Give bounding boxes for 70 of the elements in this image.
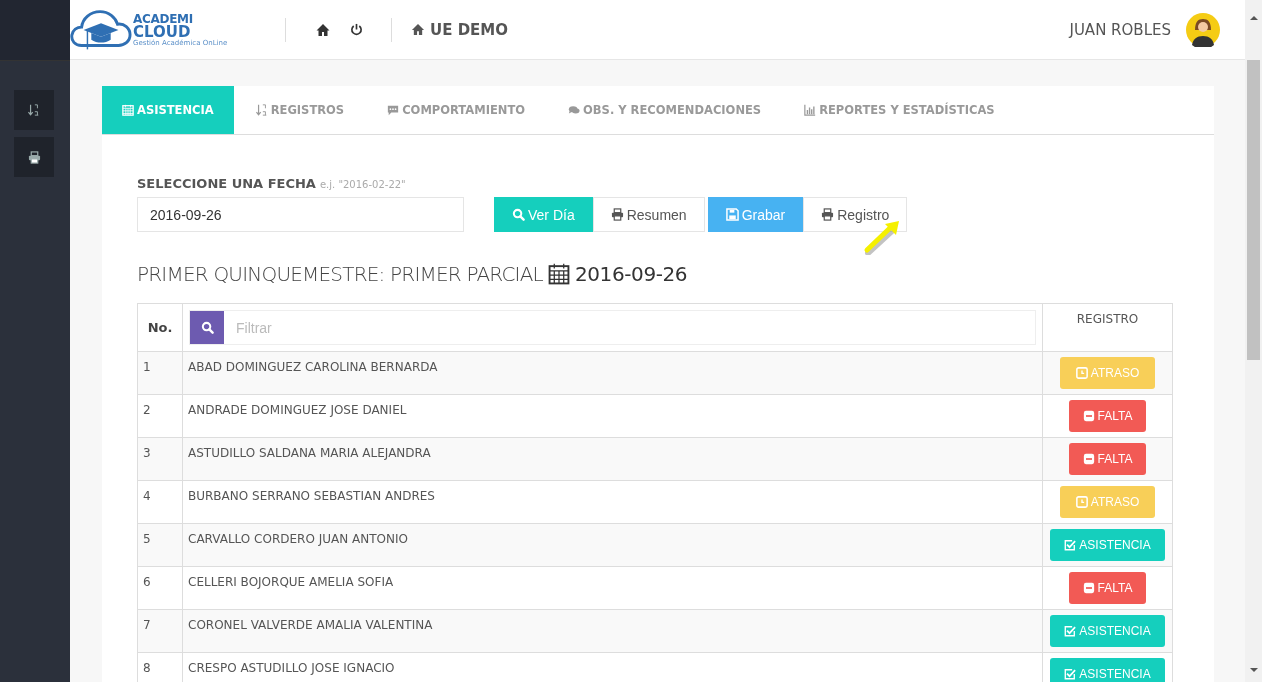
- date-field[interactable]: 2016-09-26: [137, 197, 464, 232]
- comment-icon: [387, 104, 400, 116]
- table-cell: CELLERI BOJORQUE AMELIA SOFIA: [182, 566, 1043, 610]
- tab[interactable]: OBS. Y RECOMENDACIONES: [546, 86, 783, 134]
- home-icon: [411, 23, 425, 36]
- minus-icon: [1082, 410, 1095, 422]
- calendar-icon: [122, 104, 134, 116]
- status-button[interactable]: ASISTENCIA: [1050, 615, 1165, 647]
- table-cell: 8: [137, 652, 183, 682]
- minus-icon: [1082, 453, 1095, 465]
- field-label: SELECCIONE UNA FECHA: [137, 176, 316, 191]
- checkbox-icon: [1064, 539, 1077, 551]
- status-button[interactable]: FALTA: [1068, 443, 1147, 475]
- action-button[interactable]: Grabar: [707, 197, 804, 232]
- search-icon: [512, 208, 525, 221]
- print-button[interactable]: [14, 137, 54, 177]
- checkbox-icon: [1064, 668, 1077, 680]
- clock-icon: [1075, 496, 1088, 508]
- bar-chart-icon: [804, 104, 817, 116]
- table-cell: CORONEL VALVERDE AMALIA VALENTINA: [182, 609, 1043, 653]
- status-button[interactable]: FALTA: [1068, 572, 1147, 604]
- printer-icon: [821, 208, 835, 221]
- power-icon: [350, 23, 363, 36]
- chat-bubbles-icon: [568, 104, 581, 116]
- status-button[interactable]: ATRASO: [1059, 357, 1156, 389]
- school-name: UE DEMO: [430, 20, 509, 39]
- sort-icon: [255, 104, 268, 116]
- column-header: REGISTRO: [1042, 303, 1173, 352]
- avatar[interactable]: [1186, 12, 1220, 47]
- search-icon: [190, 311, 224, 344]
- checkbox-icon: [1064, 625, 1077, 637]
- tab[interactable]: REGISTROS: [233, 86, 366, 134]
- table-cell: ANDRADE DOMINGUEZ JOSE DANIEL: [182, 394, 1043, 438]
- status-button[interactable]: ATRASO: [1059, 486, 1156, 518]
- table-cell: 6: [137, 566, 183, 610]
- action-button[interactable]: Registro: [803, 197, 908, 232]
- tab[interactable]: ASISTENCIA: [102, 86, 234, 134]
- calendar-icon: [547, 263, 570, 285]
- period-date: 2016-09-26: [574, 262, 688, 286]
- status-button[interactable]: ASISTENCIA: [1050, 529, 1165, 561]
- scrollbar[interactable]: [1245, 0, 1262, 682]
- table-cell: 2: [137, 394, 183, 438]
- table-cell: 7: [137, 609, 183, 653]
- period-title: PRIMER QUINQUEMESTRE: PRIMER PARCIAL: [137, 262, 543, 286]
- table-cell: CARVALLO CORDERO JUAN ANTONIO: [182, 523, 1043, 567]
- status-button[interactable]: FALTA: [1068, 400, 1147, 432]
- table-cell: 1: [137, 351, 183, 395]
- sort-icon: [28, 104, 40, 116]
- table-cell: ABAD DOMINGUEZ CAROLINA BERNARDA: [182, 351, 1043, 395]
- logo-text: ACADEMI: [133, 12, 194, 25]
- field-hint: e.j. "2016-02-22": [319, 179, 406, 190]
- table-cell: BURBANO SERRANO SEBASTIAN ANDRES: [182, 480, 1043, 524]
- tab[interactable]: REPORTES Y ESTADÍSTICAS: [782, 86, 1016, 134]
- printer-icon: [27, 150, 41, 164]
- column-header: No.: [137, 303, 183, 352]
- table-cell: 4: [137, 480, 183, 524]
- logo-text: CLOUD: [133, 24, 191, 40]
- user-name[interactable]: JUAN ROBLES: [1069, 20, 1171, 39]
- minus-icon: [1082, 582, 1095, 594]
- scroll-thumb[interactable]: [1247, 60, 1260, 360]
- status-button[interactable]: ASISTENCIA: [1050, 658, 1165, 682]
- clock-icon: [1075, 367, 1088, 379]
- table-cell: 5: [137, 523, 183, 567]
- home-icon: [316, 22, 330, 37]
- action-button[interactable]: Ver Día: [494, 197, 593, 232]
- table-cell: 3: [137, 437, 183, 481]
- table-cell: ASTUDILLO SALDANA MARIA ALEJANDRA: [182, 437, 1043, 481]
- action-button[interactable]: Resumen: [592, 197, 705, 232]
- tab[interactable]: COMPORTAMIENTO: [365, 86, 547, 134]
- printer-icon: [610, 208, 624, 221]
